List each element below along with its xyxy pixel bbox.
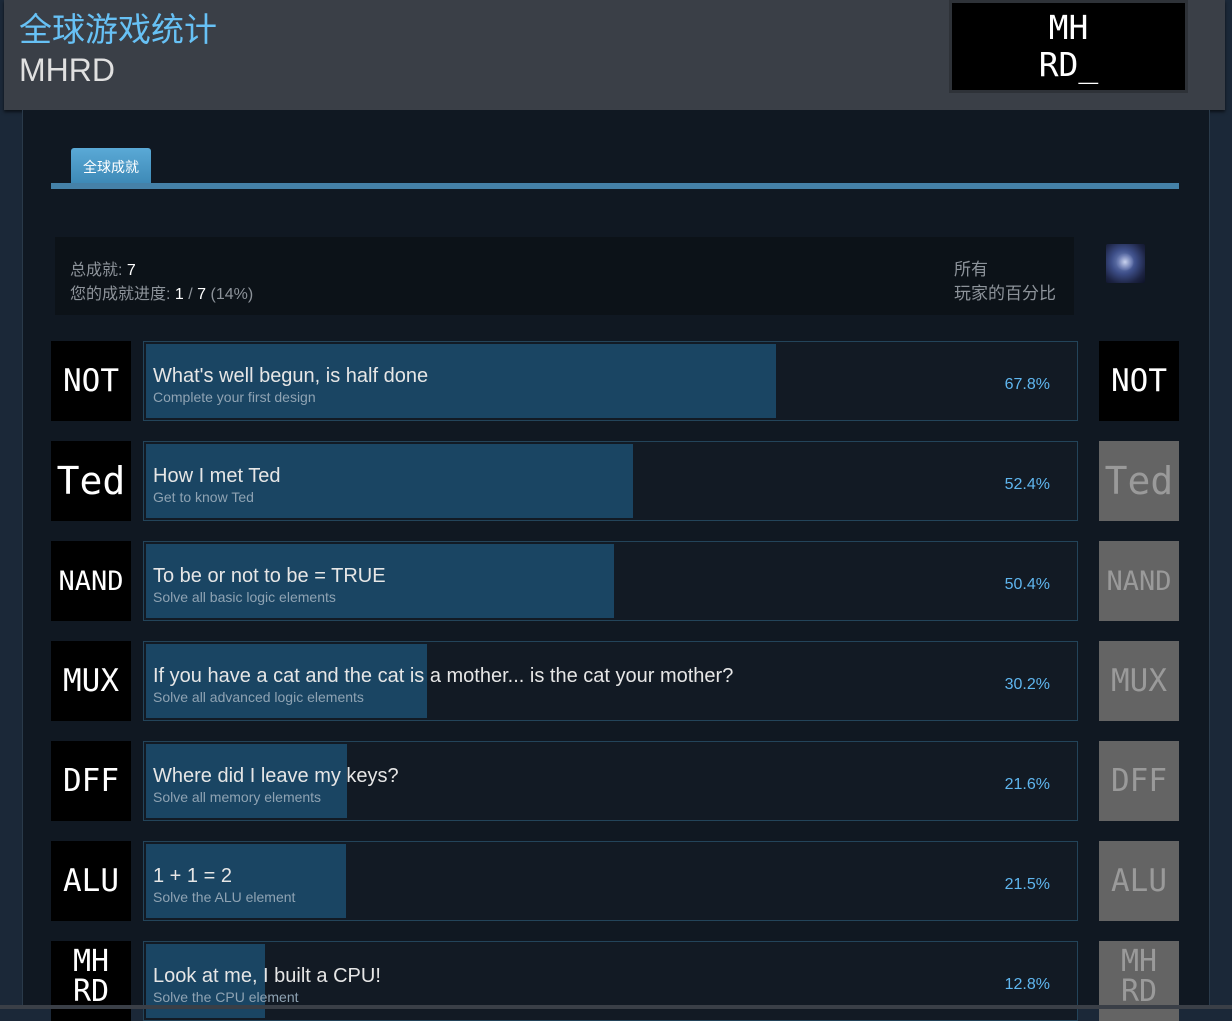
achievement-icon: MH RD <box>51 941 131 1021</box>
achievement-bar: If you have a cat and the cat is a mothe… <box>143 641 1078 721</box>
achievement-row: MUX If you have a cat and the cat is a m… <box>0 641 1232 721</box>
achievement-description: Solve all basic logic elements <box>153 589 336 605</box>
bottom-scroll-edge <box>0 1005 1232 1009</box>
progress-separator: / <box>188 286 193 303</box>
achievement-name: Where did I leave my keys? <box>153 765 399 787</box>
total-value: 7 <box>126 262 136 279</box>
column-header-line1: 所有 <box>954 260 988 279</box>
total-achievements: 总成就: 7 <box>70 256 136 280</box>
achievement-name: If you have a cat and the cat is a mothe… <box>153 665 734 687</box>
achievement-icon: NAND <box>51 541 131 621</box>
achievement-percent: 67.8% <box>1004 376 1050 393</box>
achievement-bar: Look at me, I built a CPU! Solve the CPU… <box>143 941 1078 1021</box>
page-header: 全球游戏统计 MHRD MH RD̲ <box>4 0 1225 110</box>
achievement-description: Solve all advanced logic elements <box>153 689 364 705</box>
achievement-percent: 21.6% <box>1004 776 1050 793</box>
achievement-description: Solve all memory elements <box>153 789 322 805</box>
achievement-description: Solve the CPU element <box>153 989 299 1005</box>
achievement-icon: DFF <box>51 741 131 821</box>
tab-global-achievements[interactable]: 全球成就 <box>71 148 151 183</box>
user-avatar[interactable] <box>1106 244 1145 283</box>
achievement-row: MH RD Look at me, I built a CPU! Solve t… <box>0 941 1232 1021</box>
achievement-row: DFF Where did I leave my keys? Solve all… <box>0 741 1232 821</box>
game-name[interactable]: MHRD <box>19 50 115 90</box>
achievement-icon: MUX <box>51 641 131 721</box>
total-label: 总成就: <box>70 262 123 279</box>
achievement-status-icon: NAND <box>1099 541 1179 621</box>
column-header-line2: 玩家的百分比 <box>954 284 1056 303</box>
achievement-name: To be or not to be = TRUE <box>153 565 386 587</box>
achievement-row: NOT What's well begun, is half done Comp… <box>0 341 1232 421</box>
achievement-description: Solve the ALU element <box>153 889 296 905</box>
achievement-percent: 30.2% <box>1004 676 1050 693</box>
achievement-status-icon: Ted <box>1099 441 1179 521</box>
progress-label: 您的成就进度: <box>70 286 171 303</box>
achievement-bar: What's well begun, is half done Complete… <box>143 341 1078 421</box>
achievement-name: What's well begun, is half done <box>153 365 429 387</box>
game-logo[interactable]: MH RD̲ <box>949 0 1188 93</box>
progress-current: 1 <box>174 286 184 303</box>
game-logo-text: MH RD̲ <box>1038 8 1099 84</box>
achievement-status-icon: ALU <box>1099 841 1179 921</box>
achievement-bar: 1 + 1 = 2 Solve the ALU element 21.5% <box>143 841 1078 921</box>
achievement-percent: 52.4% <box>1004 476 1050 493</box>
achievement-percent: 12.8% <box>1004 976 1050 993</box>
achievement-percent: 21.5% <box>1004 876 1050 893</box>
achievement-icon: ALU <box>51 841 131 921</box>
achievement-status-icon: DFF <box>1099 741 1179 821</box>
achievement-percent: 50.4% <box>1004 576 1050 593</box>
achievement-progress: 您的成就进度: 1 / 7 (14%) <box>70 280 253 304</box>
achievement-status-icon: MH RD <box>1099 941 1179 1021</box>
achievement-row: ALU 1 + 1 = 2 Solve the ALU element 21.5… <box>0 841 1232 921</box>
achievement-description: Get to know Ted <box>153 489 254 505</box>
progress-percent: (14%) <box>210 286 254 303</box>
achievement-row: NAND To be or not to be = TRUE Solve all… <box>0 541 1232 621</box>
achievement-bar: How I met Ted Get to know Ted 52.4% <box>143 441 1078 521</box>
achievement-summary: 总成就: 7 您的成就进度: 1 / 7 (14%) 所有 玩家的百分比 <box>55 237 1074 315</box>
achievement-bar: To be or not to be = TRUE Solve all basi… <box>143 541 1078 621</box>
achievement-name: How I met Ted <box>153 465 281 487</box>
achievement-bar: Where did I leave my keys? Solve all mem… <box>143 741 1078 821</box>
achievement-row: Ted How I met Ted Get to know Ted 52.4% … <box>0 441 1232 521</box>
achievement-status-icon: MUX <box>1099 641 1179 721</box>
achievement-status-icon: NOT <box>1099 341 1179 421</box>
achievement-icon: NOT <box>51 341 131 421</box>
achievement-name: 1 + 1 = 2 <box>153 865 232 887</box>
achievement-description: Complete your first design <box>153 389 316 405</box>
page-title: 全球游戏统计 <box>19 11 217 48</box>
achievement-name: Look at me, I built a CPU! <box>153 965 381 987</box>
tab-underline <box>51 183 1179 189</box>
progress-total: 7 <box>197 286 207 303</box>
achievement-icon: Ted <box>51 441 131 521</box>
